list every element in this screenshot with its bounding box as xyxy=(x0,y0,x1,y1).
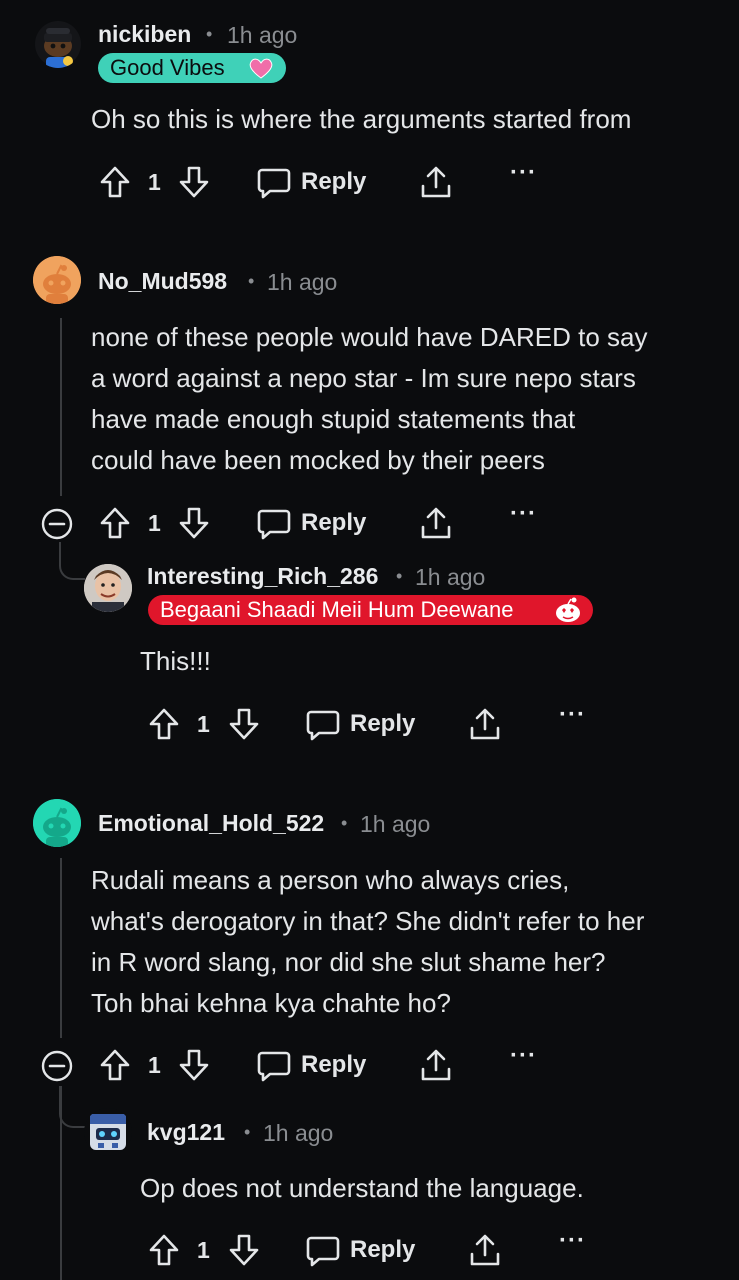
body-line: what's derogatory in that? She didn't re… xyxy=(91,906,645,936)
flair-text: Good Vibes xyxy=(110,55,225,80)
reply-bubble-icon[interactable] xyxy=(257,508,291,540)
timestamp: 1h ago xyxy=(267,269,338,295)
reply-bubble-icon[interactable] xyxy=(257,167,291,199)
username[interactable]: Interesting_Rich_286 xyxy=(147,563,378,590)
timestamp: 1h ago xyxy=(415,564,486,590)
comment-body: Oh so this is where the arguments starte… xyxy=(91,104,632,134)
reply-button[interactable]: Reply xyxy=(350,710,415,738)
profile-photo-icon xyxy=(84,564,132,612)
share-icon[interactable] xyxy=(469,707,501,741)
body-line: in R word slang, nor did she slut shame … xyxy=(91,947,606,977)
action-bar: 1 Reply ··· xyxy=(0,701,739,747)
upvote-icon[interactable] xyxy=(99,1048,131,1082)
user-avatar[interactable] xyxy=(34,20,82,68)
vote-count: 1 xyxy=(197,1237,210,1263)
collapse-icon[interactable] xyxy=(41,508,73,540)
more-icon[interactable]: ··· xyxy=(559,1227,586,1255)
more-icon[interactable]: ··· xyxy=(510,159,537,187)
reply-bubble-icon[interactable] xyxy=(257,1050,291,1082)
user-avatar[interactable] xyxy=(33,256,81,304)
downvote-icon[interactable] xyxy=(228,1233,260,1267)
thread-connector xyxy=(59,542,85,580)
separator-dot: • xyxy=(341,813,348,833)
robot-snoo-icon xyxy=(90,1114,126,1150)
downvote-icon[interactable] xyxy=(178,165,210,199)
upvote-icon[interactable] xyxy=(148,707,180,741)
flair-text: Begaani Shaadi Meii Hum Deewane xyxy=(160,597,514,622)
timestamp: 1h ago xyxy=(227,22,298,48)
user-avatar[interactable] xyxy=(84,1108,132,1156)
share-icon[interactable] xyxy=(469,1233,501,1267)
downvote-icon[interactable] xyxy=(228,707,260,741)
timestamp: 1h ago xyxy=(360,811,431,837)
timestamp: 1h ago xyxy=(263,1120,334,1146)
body-line: Toh bhai kehna kya chahte ho? xyxy=(91,988,451,1018)
username[interactable]: No_Mud598 xyxy=(98,268,227,295)
username[interactable]: Emotional_Hold_522 xyxy=(98,810,324,837)
separator-dot: • xyxy=(206,24,213,44)
action-bar: 1 Reply ··· xyxy=(0,1227,739,1273)
snoo-avatar-icon xyxy=(35,21,81,68)
username[interactable]: nickiben xyxy=(98,21,191,48)
downvote-icon[interactable] xyxy=(178,1048,210,1082)
body-line: Rudali means a person who always cries, xyxy=(91,865,570,895)
comment-body: Rudali means a person who always cries, … xyxy=(91,860,644,1024)
comment-body: Op does not understand the language. xyxy=(140,1173,584,1203)
share-icon[interactable] xyxy=(420,506,452,540)
thread-line xyxy=(60,318,62,496)
default-snoo-icon xyxy=(33,256,81,304)
more-icon[interactable]: ··· xyxy=(510,500,537,528)
upvote-icon[interactable] xyxy=(99,165,131,199)
collapse-icon[interactable] xyxy=(41,1050,73,1082)
body-line: a word against a nepo star - Im sure nep… xyxy=(91,363,636,393)
reply-bubble-icon[interactable] xyxy=(306,709,340,741)
more-icon[interactable]: ··· xyxy=(559,701,586,729)
body-line: could have been mocked by their peers xyxy=(91,445,545,475)
comment-body: none of these people would have DARED to… xyxy=(91,317,647,481)
upvote-icon[interactable] xyxy=(148,1233,180,1267)
separator-dot: • xyxy=(248,271,255,291)
reply-button[interactable]: Reply xyxy=(350,1236,415,1264)
share-icon[interactable] xyxy=(420,1048,452,1082)
user-flair: Good Vibes xyxy=(98,53,286,83)
body-line: none of these people would have DARED to… xyxy=(91,322,648,352)
more-icon[interactable]: ··· xyxy=(510,1042,537,1070)
comment-body: This!!! xyxy=(140,646,211,676)
heart-eyes-snoo-icon xyxy=(553,596,583,624)
action-bar: 1 Reply ··· xyxy=(0,1042,739,1088)
user-flair: Begaani Shaadi Meii Hum Deewane xyxy=(148,595,593,625)
separator-dot: • xyxy=(244,1122,251,1142)
default-snoo-icon xyxy=(33,799,81,847)
vote-count: 1 xyxy=(197,711,210,737)
upvote-icon[interactable] xyxy=(99,506,131,540)
heart-icon xyxy=(248,57,274,79)
user-avatar[interactable] xyxy=(84,564,132,612)
body-line: have made enough stupid statements that xyxy=(91,404,576,434)
reply-button[interactable]: Reply xyxy=(301,168,366,196)
thread-connector xyxy=(59,1086,85,1128)
vote-count: 1 xyxy=(148,1052,161,1078)
reply-button[interactable]: Reply xyxy=(301,509,366,537)
action-bar: 1 Reply ··· xyxy=(0,159,739,205)
separator-dot: • xyxy=(396,566,403,586)
vote-count: 1 xyxy=(148,510,161,536)
share-icon[interactable] xyxy=(420,165,452,199)
vote-count: 1 xyxy=(148,169,161,195)
thread-line xyxy=(60,858,62,1038)
username[interactable]: kvg121 xyxy=(147,1119,225,1146)
action-bar: 1 Reply ··· xyxy=(0,500,739,546)
downvote-icon[interactable] xyxy=(178,506,210,540)
reply-bubble-icon[interactable] xyxy=(306,1235,340,1267)
user-avatar[interactable] xyxy=(33,799,81,847)
reply-button[interactable]: Reply xyxy=(301,1051,366,1079)
